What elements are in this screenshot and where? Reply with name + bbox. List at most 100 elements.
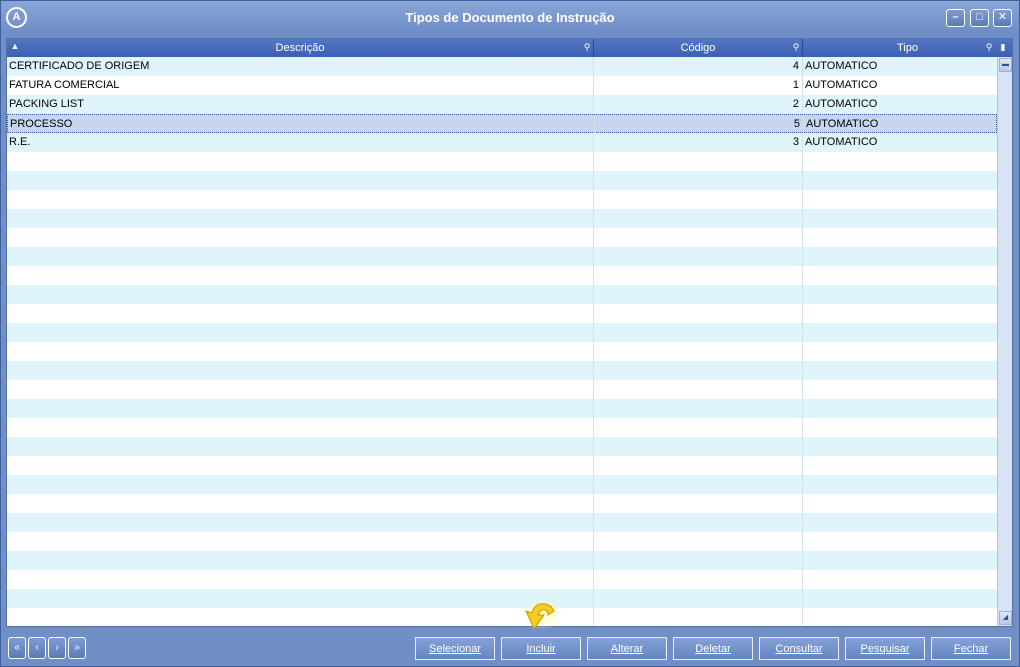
empty-cell	[594, 209, 803, 228]
empty-cell	[594, 190, 803, 209]
empty-cell	[803, 323, 997, 342]
empty-table-row	[7, 513, 997, 532]
empty-table-row	[7, 608, 997, 626]
column-label-tipo: Tipo	[897, 42, 918, 54]
empty-cell	[7, 513, 594, 532]
empty-cell	[803, 171, 997, 190]
next-record-button[interactable]: ›	[48, 637, 66, 659]
table-row[interactable]: FATURA COMERCIAL 1 AUTOMATICO	[7, 76, 997, 95]
cell-codigo: 3	[594, 133, 803, 152]
cell-tipo: AUTOMATICO	[805, 79, 878, 91]
empty-table-row	[7, 266, 997, 285]
selecionar-button[interactable]: Selecionar	[415, 637, 495, 660]
empty-table-row	[7, 342, 997, 361]
empty-cell	[7, 608, 594, 626]
column-header-tipo[interactable]: Tipo ⚲ ▮	[803, 39, 1012, 57]
empty-table-row	[7, 209, 997, 228]
empty-cell	[7, 399, 594, 418]
grid-header: ▲ Descrição ⚲ Código ⚲ Tipo ⚲ ▮	[7, 39, 1012, 57]
column-label-descricao: Descrição	[275, 42, 325, 54]
empty-cell	[7, 209, 594, 228]
column-search-icon[interactable]: ⚲	[581, 41, 593, 53]
first-record-button[interactable]: «	[8, 637, 26, 659]
empty-cell	[7, 494, 594, 513]
empty-table-row	[7, 380, 997, 399]
consultar-button[interactable]: Consultar	[759, 637, 839, 660]
empty-table-row	[7, 323, 997, 342]
cell-descricao: R.E.	[7, 133, 594, 152]
fechar-button[interactable]: Fechar	[931, 637, 1011, 660]
column-search-icon[interactable]: ⚲	[983, 41, 995, 53]
empty-cell	[7, 475, 594, 494]
empty-cell	[803, 304, 997, 323]
empty-cell	[7, 437, 594, 456]
deletar-button[interactable]: Deletar	[673, 637, 753, 660]
empty-table-row	[7, 361, 997, 380]
maximize-button[interactable]: □	[970, 9, 989, 27]
column-header-descricao[interactable]: ▲ Descrição ⚲	[7, 39, 594, 57]
vertical-scrollbar[interactable]: ▬ ◢	[997, 57, 1012, 626]
empty-cell	[803, 513, 997, 532]
cell-tipo: AUTOMATICO	[805, 136, 878, 148]
empty-cell	[7, 266, 594, 285]
empty-table-row	[7, 418, 997, 437]
table-row[interactable]: CERTIFICADO DE ORIGEM 4 AUTOMATICO	[7, 57, 997, 76]
column-chooser-icon[interactable]: ▮	[997, 41, 1009, 53]
empty-cell	[594, 304, 803, 323]
scroll-up-button[interactable]: ▬	[999, 58, 1012, 72]
empty-table-row	[7, 247, 997, 266]
empty-cell	[803, 551, 997, 570]
pesquisar-button[interactable]: Pesquisar	[845, 637, 925, 660]
empty-cell	[803, 456, 997, 475]
empty-cell	[7, 418, 594, 437]
empty-cell	[594, 152, 803, 171]
cell-descricao: PACKING LIST	[7, 95, 594, 114]
empty-cell	[7, 380, 594, 399]
empty-cell	[7, 456, 594, 475]
last-record-button[interactable]: »	[68, 637, 86, 659]
empty-cell	[594, 456, 803, 475]
incluir-button[interactable]: Incluir	[501, 637, 581, 660]
empty-cell	[803, 475, 997, 494]
empty-cell	[803, 418, 997, 437]
title-bar[interactable]: A Tipos de Documento de Instrução – □ ✕	[1, 1, 1019, 34]
empty-cell	[594, 228, 803, 247]
empty-cell	[803, 361, 997, 380]
cell-codigo: 2	[594, 95, 803, 114]
empty-cell	[803, 190, 997, 209]
empty-cell	[803, 570, 997, 589]
empty-cell	[803, 380, 997, 399]
table-row[interactable]: PACKING LIST 2 AUTOMATICO	[7, 95, 997, 114]
alterar-button[interactable]: Alterar	[587, 637, 667, 660]
empty-cell	[803, 608, 997, 626]
empty-table-row	[7, 494, 997, 513]
empty-cell	[594, 399, 803, 418]
cell-descricao: FATURA COMERCIAL	[7, 76, 594, 95]
minimize-button[interactable]: –	[946, 9, 965, 27]
empty-cell	[7, 285, 594, 304]
scroll-down-button[interactable]: ◢	[999, 611, 1012, 625]
previous-record-button[interactable]: ‹	[28, 637, 46, 659]
empty-cell	[594, 608, 803, 626]
window-title: Tipos de Documento de Instrução	[405, 10, 615, 25]
empty-cell	[594, 570, 803, 589]
cell-codigo: 5	[595, 115, 804, 134]
table-row[interactable]: R.E. 3 AUTOMATICO	[7, 133, 997, 152]
cell-descricao: CERTIFICADO DE ORIGEM	[7, 57, 594, 76]
close-button[interactable]: ✕	[993, 9, 1012, 27]
empty-table-row	[7, 152, 997, 171]
empty-cell	[594, 380, 803, 399]
empty-table-row	[7, 399, 997, 418]
cell-tipo: AUTOMATICO	[806, 118, 879, 130]
column-search-icon[interactable]: ⚲	[790, 41, 802, 53]
empty-cell	[7, 532, 594, 551]
empty-cell	[594, 532, 803, 551]
empty-cell	[7, 570, 594, 589]
empty-cell	[803, 589, 997, 608]
empty-table-row	[7, 570, 997, 589]
column-header-codigo[interactable]: Código ⚲	[594, 39, 803, 57]
column-label-codigo: Código	[680, 42, 716, 54]
table-row-selected[interactable]: PROCESSO 5 AUTOMATICO	[7, 114, 997, 134]
empty-table-row	[7, 190, 997, 209]
empty-cell	[7, 589, 594, 608]
